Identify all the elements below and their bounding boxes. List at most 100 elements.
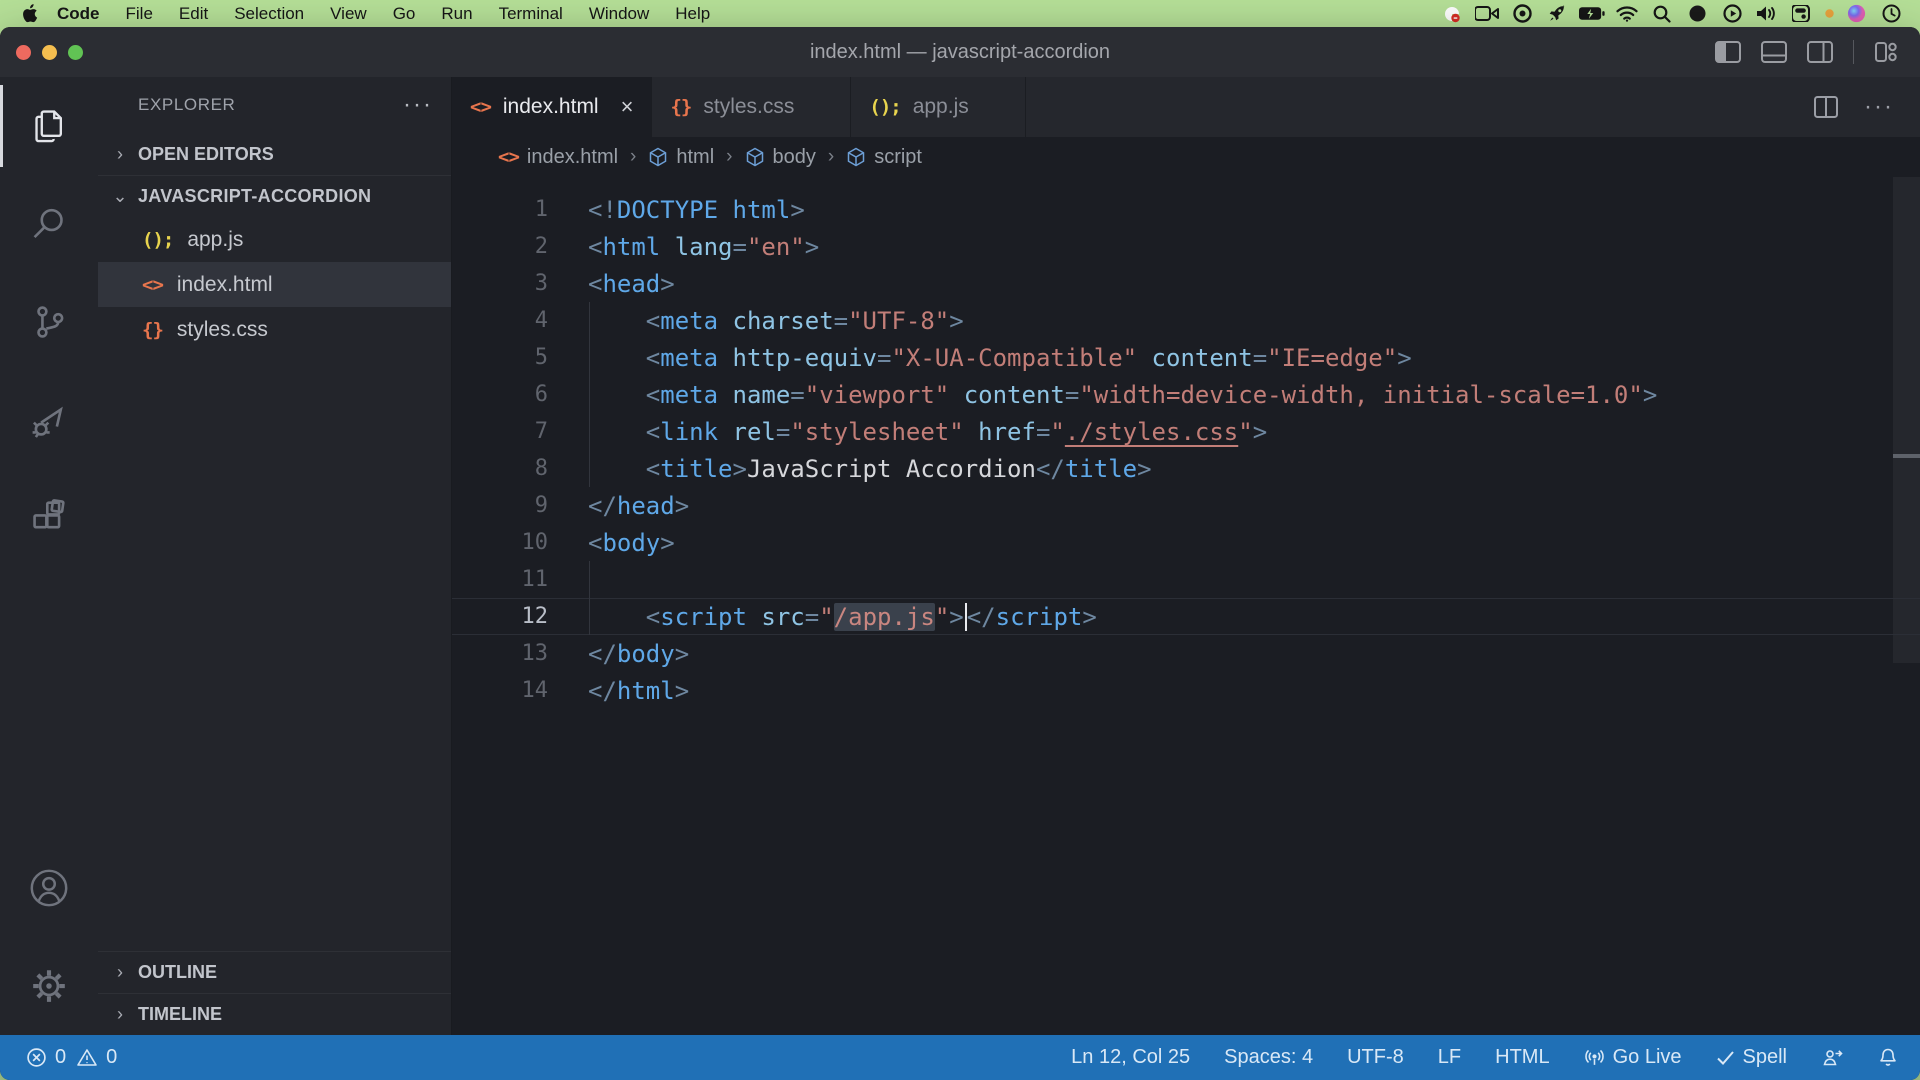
activitybar-explorer[interactable] [0,77,98,175]
debug-icon [28,399,70,441]
spotlight-search-icon[interactable] [1649,4,1675,24]
zoom-window-button[interactable] [68,45,83,60]
code-line-3[interactable]: 3<head> [452,265,1920,302]
menu-item-code[interactable]: Code [44,4,113,24]
file-item-appjs[interactable]: (); app.js [98,217,451,262]
line-content: <html lang="en"> [588,228,819,265]
editor-group: <> index.html × {} styles.css (); app.js [452,77,1920,1035]
tab-appjs[interactable]: (); app.js [851,77,1025,137]
menu-item-run[interactable]: Run [428,4,485,24]
breadcrumb-html[interactable]: html [648,146,714,169]
timeline-section[interactable]: › TIMELINE [98,993,451,1035]
spell-label: Spell [1743,1046,1787,1069]
folder-name-label: JAVASCRIPT-ACCORDION [138,186,371,207]
code-line-2[interactable]: 2<html lang="en"> [452,228,1920,265]
code-line-11[interactable]: 11 [452,561,1920,598]
language-mode[interactable]: HTML [1495,1046,1549,1069]
symbol-cube-icon [745,147,765,167]
problems-warnings[interactable]: 0 [76,1046,117,1069]
code-line-4[interactable]: 4 <meta charset="UTF-8"> [452,302,1920,339]
code-line-8[interactable]: 8 <title>JavaScript Accordion</title> [452,450,1920,487]
close-tab-icon[interactable]: × [621,94,634,120]
screen-recording-stop-icon[interactable] [1439,4,1465,24]
clock-icon[interactable] [1878,4,1904,24]
titlebar-separator [1853,40,1854,64]
activitybar-source-control[interactable] [0,273,98,371]
rocket-icon[interactable] [1544,4,1570,24]
breadcrumb-file[interactable]: <> index.html [498,146,618,169]
menu-item-window[interactable]: Window [576,4,662,24]
battery-icon[interactable] [1579,4,1605,24]
code-line-6[interactable]: 6 <meta name="viewport" content="width=d… [452,376,1920,413]
feedback-button[interactable] [1821,1047,1844,1068]
title-bar[interactable]: index.html — javascript-accordion [0,27,1920,77]
code-line-14[interactable]: 14</html> [452,672,1920,709]
notifications-button[interactable] [1878,1047,1898,1068]
menu-item-terminal[interactable]: Terminal [486,4,576,24]
code-line-5[interactable]: 5 <meta http-equiv="X-UA-Compatible" con… [452,339,1920,376]
code-line-9[interactable]: 9</head> [452,487,1920,524]
breadcrumb-separator: › [628,146,638,168]
menu-item-go[interactable]: Go [380,4,429,24]
breadcrumb-body[interactable]: body [745,146,816,169]
close-window-button[interactable] [16,45,31,60]
broadcast-icon [1584,1047,1605,1068]
breadcrumb-separator: › [724,146,734,168]
focus-mode-icon[interactable] [1684,4,1710,24]
problems-errors[interactable]: 0 [26,1046,66,1069]
code-line-1[interactable]: 1<!DOCTYPE html> [452,191,1920,228]
encoding-setting[interactable]: UTF-8 [1347,1046,1404,1069]
toggle-secondary-sidebar-icon[interactable] [1807,41,1833,63]
explorer-more-actions-icon[interactable]: ··· [403,91,433,119]
activitybar-extensions[interactable] [0,469,98,567]
notification-dot-icon [1824,4,1834,24]
breadcrumbs: <> index.html › html › body › script [452,137,1920,177]
code-line-12[interactable]: 12 <script src="/app.js"></script> [452,598,1920,635]
tab-stylescss[interactable]: {} styles.css [652,77,851,137]
menu-item-help[interactable]: Help [662,4,723,24]
toggle-panel-icon[interactable] [1761,41,1787,63]
code-line-7[interactable]: 7 <link rel="stylesheet" href="./styles.… [452,413,1920,450]
video-camera-icon[interactable] [1474,4,1500,24]
editor-more-actions-icon[interactable]: ··· [1864,93,1894,121]
cursor-position[interactable]: Ln 12, Col 25 [1071,1046,1190,1069]
split-editor-icon[interactable] [1814,96,1838,118]
open-editors-section[interactable]: › OPEN EDITORS [98,133,451,175]
activitybar-search[interactable] [0,175,98,273]
activitybar-run-debug[interactable] [0,371,98,469]
code-editor[interactable]: 1<!DOCTYPE html>2<html lang="en">3<head>… [452,177,1920,1035]
timeline-label: TIMELINE [138,1004,222,1025]
wifi-icon[interactable] [1614,4,1640,24]
toggle-primary-sidebar-icon[interactable] [1715,41,1741,63]
menu-item-selection[interactable]: Selection [221,4,317,24]
minimize-window-button[interactable] [42,45,57,60]
customize-layout-icon[interactable] [1874,40,1898,64]
code-line-10[interactable]: 10<body> [452,524,1920,561]
siri-icon[interactable] [1843,4,1869,24]
control-center-icon[interactable] [1789,4,1815,24]
breadcrumb-script[interactable]: script [846,146,922,169]
spell-checker[interactable]: Spell [1716,1046,1787,1069]
file-item-stylescss[interactable]: {} styles.css [98,307,451,352]
menu-item-view[interactable]: View [317,4,380,24]
volume-icon[interactable] [1754,4,1780,24]
line-number: 12 [452,604,548,629]
eol-setting[interactable]: LF [1438,1046,1461,1069]
code-line-13[interactable]: 13</body> [452,635,1920,672]
activitybar-account[interactable] [0,839,98,937]
tab-indexhtml[interactable]: <> index.html × [452,77,652,137]
menu-item-edit[interactable]: Edit [166,4,221,24]
menu-item-file[interactable]: File [113,4,166,24]
tab-label: app.js [913,95,969,119]
screen-mirroring-icon[interactable] [1719,4,1745,24]
go-live-button[interactable]: Go Live [1584,1046,1682,1069]
record-target-icon[interactable] [1509,4,1535,24]
tab-label: index.html [503,95,599,119]
activitybar-settings[interactable] [0,937,98,1035]
file-item-indexhtml[interactable]: <> index.html [98,262,451,307]
folder-section[interactable]: ⌄ JAVASCRIPT-ACCORDION [98,175,451,217]
indentation-setting[interactable]: Spaces: 4 [1224,1046,1313,1069]
line-content: <head> [588,265,675,302]
outline-section[interactable]: › OUTLINE [98,951,451,993]
apple-menu-icon[interactable] [22,4,38,23]
